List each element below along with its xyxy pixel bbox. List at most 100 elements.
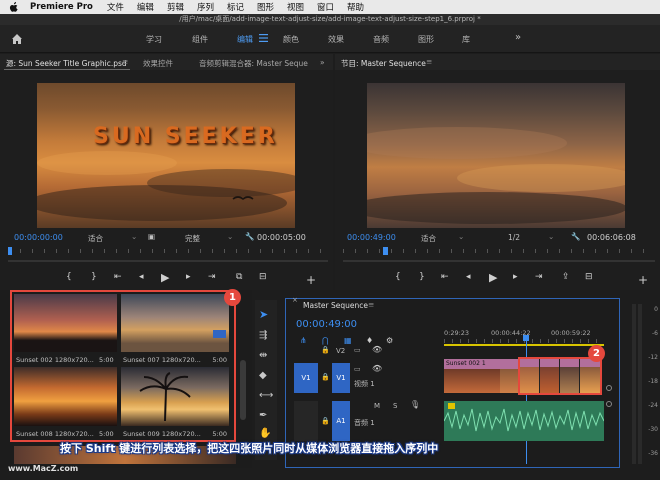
- menu-markers[interactable]: 标记: [227, 1, 244, 13]
- fit-dropdown-icon[interactable]: ⌄: [131, 232, 137, 241]
- source-scrubber[interactable]: [8, 246, 328, 256]
- menu-clip[interactable]: 剪辑: [167, 1, 184, 13]
- razor-icon[interactable]: ◆: [259, 370, 273, 384]
- a1-mic-icon[interactable]: 🎙: [410, 400, 420, 409]
- program-timecode[interactable]: 00:00:49:00: [347, 233, 396, 242]
- program-playhead[interactable]: [383, 247, 388, 255]
- pen-icon[interactable]: ✒: [259, 410, 273, 424]
- timeline-timecode[interactable]: 00:00:49:00: [296, 319, 357, 330]
- snap-icon[interactable]: ⋂: [322, 336, 329, 345]
- a1-target-patch[interactable]: A1: [332, 401, 350, 441]
- nest-icon[interactable]: ⋔: [300, 336, 307, 345]
- play-icon[interactable]: ▶: [161, 271, 169, 284]
- a1-mute-button[interactable]: M: [374, 402, 380, 410]
- source-timecode[interactable]: 00:00:00:00: [14, 233, 63, 242]
- program-video[interactable]: [367, 83, 625, 228]
- go-to-out-icon[interactable]: ⇥: [208, 272, 216, 282]
- media-item-sunset-009[interactable]: Sunset 009 1280x720... 5:00: [121, 367, 229, 438]
- program-mark-out-icon[interactable]: }: [419, 272, 425, 282]
- video-clip[interactable]: [540, 359, 560, 393]
- insert-icon[interactable]: ⧉: [236, 272, 242, 282]
- menu-view[interactable]: 视图: [287, 1, 304, 13]
- program-fit-dropdown-icon[interactable]: ⌄: [458, 232, 464, 241]
- program-zoom-bar[interactable]: [343, 260, 655, 262]
- tab-libraries[interactable]: 库: [462, 34, 470, 45]
- video-clip[interactable]: [580, 359, 600, 393]
- source-zoom-bar[interactable]: [8, 260, 328, 262]
- media-scrollbar[interactable]: [240, 360, 246, 420]
- program-fit-select[interactable]: 适合: [421, 233, 436, 244]
- video-clip[interactable]: Sunset 002 1: [444, 359, 500, 393]
- menu-sequence[interactable]: 序列: [197, 1, 214, 13]
- v1-source-patch[interactable]: V1: [294, 363, 318, 393]
- tab-master-sequence[interactable]: Master Sequence: [303, 301, 368, 310]
- safe-margins-icon[interactable]: ▣: [148, 232, 155, 241]
- overwrite-icon[interactable]: ⊟: [259, 272, 267, 282]
- program-step-forward-icon[interactable]: ▸: [513, 272, 518, 282]
- selection-tool-icon[interactable]: ➤: [259, 308, 273, 322]
- track-select-icon[interactable]: ⇶: [259, 330, 273, 344]
- mark-out-icon[interactable]: }: [91, 272, 97, 282]
- add-button-icon[interactable]: +: [306, 273, 316, 287]
- media-item-sunset-008[interactable]: Sunset 008 1280x720...: [14, 367, 117, 438]
- tab-color[interactable]: 颜色: [283, 34, 299, 45]
- program-step-back-icon[interactable]: ◂: [466, 272, 471, 282]
- video-clip[interactable]: [520, 359, 540, 393]
- a1-solo-button[interactable]: S: [393, 402, 397, 410]
- program-mark-in-icon[interactable]: {: [395, 272, 401, 282]
- source-playhead[interactable]: [8, 247, 12, 255]
- program-tab-menu-icon[interactable]: ≡: [426, 57, 432, 66]
- scroll-handle[interactable]: [606, 385, 612, 391]
- a1-lock-icon[interactable]: 🔒: [321, 417, 330, 425]
- source-quality-select[interactable]: 完整: [185, 233, 200, 244]
- program-scrubber[interactable]: [343, 246, 655, 256]
- panel-overflow-icon[interactable]: »: [320, 58, 325, 67]
- scroll-handle[interactable]: [606, 401, 612, 407]
- menu-window[interactable]: 窗口: [317, 1, 334, 13]
- v2-sync-icon[interactable]: ▭: [354, 346, 361, 354]
- menu-help[interactable]: 帮助: [347, 1, 364, 13]
- v1-sync-icon[interactable]: ▭: [354, 365, 361, 373]
- tab-assembly[interactable]: 组件: [192, 34, 208, 45]
- audio-clip[interactable]: [444, 401, 604, 441]
- mark-in-icon[interactable]: {: [66, 272, 72, 282]
- video-clip[interactable]: [560, 359, 580, 393]
- source-video[interactable]: SUN SEEKER: [37, 83, 295, 228]
- slip-icon[interactable]: ⟷: [259, 390, 273, 404]
- tab-audio-clip-mixer[interactable]: 音频剪辑混合器: Master Seque: [199, 58, 308, 69]
- program-add-button-icon[interactable]: +: [638, 273, 648, 287]
- menu-graphics[interactable]: 图形: [257, 1, 274, 13]
- program-go-to-out-icon[interactable]: ⇥: [535, 272, 543, 282]
- tab-source[interactable]: 源: Sun Seeker Title Graphic.psd: [6, 58, 127, 69]
- v1-target-patch[interactable]: V1: [332, 363, 350, 393]
- apple-icon[interactable]: [8, 2, 18, 12]
- v2-eye-icon[interactable]: 👁: [372, 345, 382, 354]
- tab-graphics[interactable]: 图形: [418, 34, 434, 45]
- app-name[interactable]: Premiere Pro: [30, 2, 93, 12]
- media-item-sunset-002[interactable]: Sunset 002 1280x720...: [14, 294, 117, 364]
- timeline-menu-icon[interactable]: ≡: [368, 300, 374, 309]
- timeline-settings-icon[interactable]: ⚙: [386, 336, 393, 345]
- step-back-icon[interactable]: ◂: [139, 272, 144, 282]
- more-workspaces-icon[interactable]: »: [515, 32, 521, 43]
- video-clip[interactable]: [500, 359, 518, 393]
- v1-lock-icon[interactable]: 🔒: [321, 373, 330, 381]
- tab-learn[interactable]: 学习: [146, 34, 162, 45]
- step-forward-icon[interactable]: ▸: [186, 272, 191, 282]
- menu-edit[interactable]: 编辑: [137, 1, 154, 13]
- work-area-bar[interactable]: [444, 344, 604, 346]
- resolution-dropdown-icon[interactable]: ⌄: [548, 232, 554, 241]
- program-wrench-icon[interactable]: 🔧: [571, 232, 580, 241]
- add-marker-icon[interactable]: ♦: [366, 336, 373, 345]
- home-icon[interactable]: [10, 32, 24, 46]
- menu-file[interactable]: 文件: [107, 1, 124, 13]
- source-fit-select[interactable]: 适合: [88, 233, 103, 244]
- tab-effects[interactable]: 效果: [328, 34, 344, 45]
- tab-editing[interactable]: 编辑: [237, 34, 253, 45]
- lift-icon[interactable]: ⇪: [562, 272, 570, 282]
- wrench-icon[interactable]: 🔧: [245, 232, 254, 241]
- linked-selection-icon[interactable]: ▦: [344, 336, 352, 345]
- tab-audio[interactable]: 音频: [373, 34, 389, 45]
- program-play-icon[interactable]: ▶: [489, 271, 497, 284]
- v1-eye-icon[interactable]: 👁: [372, 364, 382, 373]
